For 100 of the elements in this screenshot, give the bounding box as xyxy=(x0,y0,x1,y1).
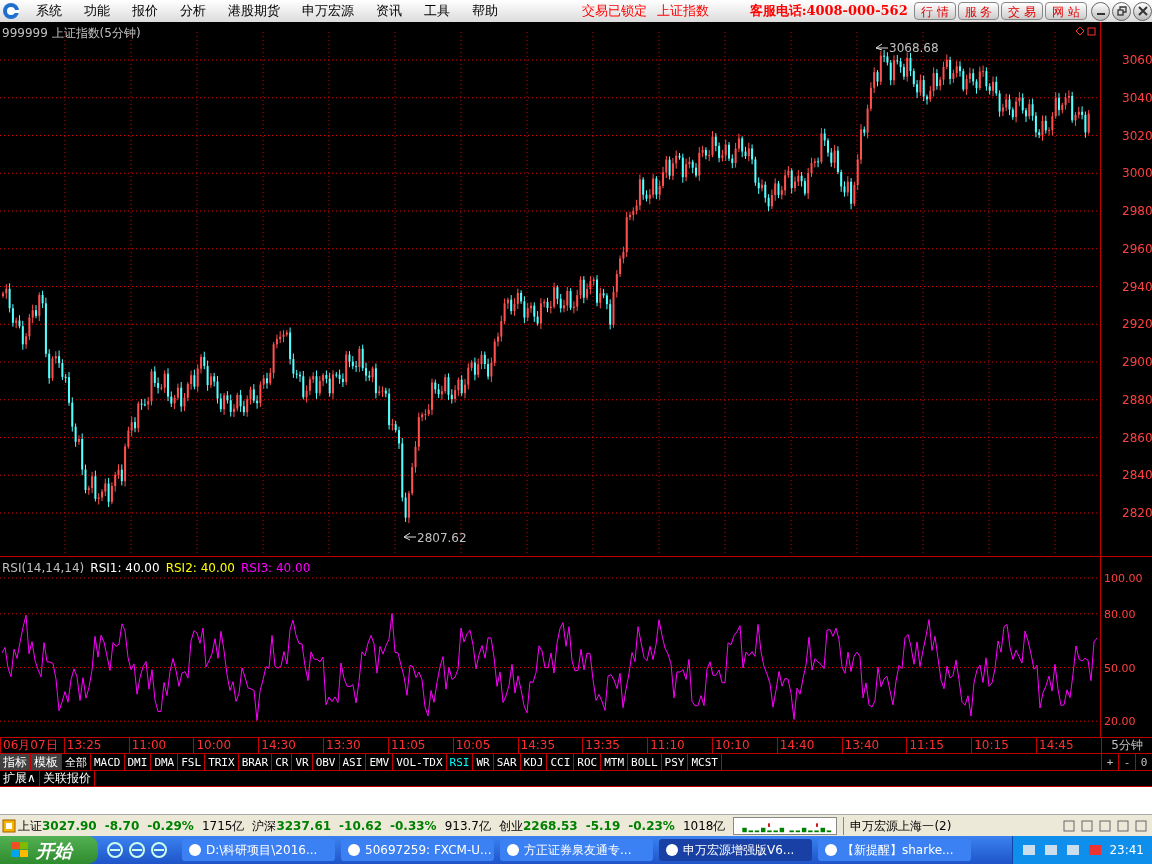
chart-options-icon[interactable] xyxy=(1075,26,1096,36)
time-label: 14:45 xyxy=(1036,738,1101,753)
index-volume: 1018亿 xyxy=(682,817,726,835)
taskbar-window[interactable]: 【新提醒】sharke... xyxy=(818,839,971,861)
index-percent: -0.29% xyxy=(147,817,194,835)
indicator-tab[interactable]: WR xyxy=(473,754,494,770)
time-label: 14:40 xyxy=(776,738,842,753)
app-logo-icon xyxy=(2,2,20,20)
nav-button[interactable]: 交 易 xyxy=(1001,2,1044,20)
status-icon xyxy=(2,818,16,833)
app-icon xyxy=(665,843,679,857)
indicator-tab[interactable]: MCST xyxy=(688,754,722,770)
index-quote: 创业2268.53 xyxy=(499,817,578,835)
menu-item[interactable]: 报价 xyxy=(124,1,166,21)
axis-label: 2980 xyxy=(1122,204,1152,218)
axis-label: 2840 xyxy=(1122,468,1152,483)
high-price-label: 3068.68 xyxy=(889,40,939,57)
menu-item[interactable]: 工具 xyxy=(416,1,458,21)
sub-tab[interactable]: 关联报价 xyxy=(39,771,95,786)
lock-status: 交易已锁定 xyxy=(582,2,647,21)
menu-item[interactable]: 系统 xyxy=(28,1,70,21)
zoom-button[interactable]: - xyxy=(1118,754,1135,770)
period-label: 5分钟 xyxy=(1100,738,1152,753)
menu-item[interactable]: 帮助 xyxy=(464,1,506,21)
minimize-icon[interactable] xyxy=(1091,1,1110,21)
menu-item[interactable]: 资讯 xyxy=(368,1,410,21)
axis-label: 2860 xyxy=(1122,430,1152,445)
nav-button[interactable]: 服 务 xyxy=(957,2,1000,20)
indicator-tab[interactable]: 全部 xyxy=(62,754,91,770)
chart-title: 999999 上证指数(5分钟) xyxy=(2,25,141,42)
menu-item[interactable]: 港股期货 xyxy=(220,1,288,21)
menu-item[interactable]: 申万宏源 xyxy=(294,1,362,21)
axis-label: 80.00 xyxy=(1104,607,1136,621)
time-label: 13:35 xyxy=(582,738,648,753)
time-label: 11:00 xyxy=(128,738,194,753)
nav-button[interactable]: 行 情 xyxy=(913,2,956,20)
broker-name: 申万宏源上海一(2) xyxy=(843,816,952,835)
index-quote: 沪深3237.61 xyxy=(252,817,332,835)
axis-label: 100.00 xyxy=(1104,572,1143,585)
time-label: 10:15 xyxy=(971,738,1037,753)
nav-button[interactable]: 网 站 xyxy=(1045,2,1087,20)
indicator-value: RSI2: 40.00 xyxy=(165,560,235,577)
axis-label: 20.00 xyxy=(1104,715,1136,729)
indicator-tab[interactable]: TRIX xyxy=(205,754,239,770)
restore-icon[interactable] xyxy=(1112,1,1131,21)
taskbar-window[interactable]: 申万宏源增强版V6... xyxy=(659,839,812,861)
low-price-label: 2807.62 xyxy=(417,530,467,547)
axis-label: 2820 xyxy=(1122,506,1152,520)
index-percent: -0.33% xyxy=(390,817,437,835)
app-icon xyxy=(347,843,361,857)
taskbar-window[interactable]: 50697259: FXCM-U... xyxy=(341,839,494,861)
axis-label: 2880 xyxy=(1122,392,1152,407)
time-label: 06月07日 xyxy=(0,738,64,753)
time-label: 11:05 xyxy=(387,738,453,753)
index-change: -8.70 xyxy=(104,817,140,835)
axis-label: 3000 xyxy=(1122,166,1152,181)
indicator-value: RSI1: 40.00 xyxy=(90,560,160,577)
menu-item[interactable]: 分析 xyxy=(172,1,214,21)
axis-label: 2920 xyxy=(1122,317,1152,332)
indicator-tab[interactable]: BOLL xyxy=(628,754,662,770)
time-label: 11:10 xyxy=(647,738,712,753)
time-label: 10:10 xyxy=(711,738,777,753)
axis-label: 2940 xyxy=(1122,279,1152,294)
axis-label: 2900 xyxy=(1122,355,1152,369)
low-marker-icon xyxy=(403,532,417,541)
app-icon xyxy=(188,843,202,857)
indicator-tab[interactable]: 指标 xyxy=(0,754,31,770)
time-label: 11:15 xyxy=(906,738,972,753)
time-label: 14:30 xyxy=(258,738,324,753)
time-label: 13:40 xyxy=(841,738,907,753)
indicator-tab[interactable]: VOL-TDX xyxy=(393,754,447,770)
time-label: 13:30 xyxy=(323,738,388,753)
axis-label: 2960 xyxy=(1122,241,1152,256)
zoom-button[interactable]: + xyxy=(1101,754,1118,770)
sub-tab[interactable]: 扩展∧ xyxy=(0,771,40,786)
indicator-tab[interactable]: VR xyxy=(292,754,313,770)
time-label: 10:00 xyxy=(193,738,259,753)
zoom-button[interactable]: 0 xyxy=(1135,754,1152,770)
indicator-tab[interactable]: ASI xyxy=(339,754,367,770)
indicator-tab[interactable]: 模板 xyxy=(31,754,62,770)
time-label: 10:05 xyxy=(452,738,518,753)
index-volume: 1715亿 xyxy=(201,817,245,835)
axis-label: 3040 xyxy=(1122,90,1152,105)
indicator-tab[interactable]: MACD xyxy=(91,754,125,770)
hotline-text: 客服电话:4008-000-562 xyxy=(749,2,908,21)
windows-logo-icon xyxy=(10,841,30,859)
axis-label: 50.00 xyxy=(1104,661,1136,675)
taskbar-window[interactable]: 方正证券泉友通专... xyxy=(500,839,653,861)
indicator-name: RSI(14,14,14) xyxy=(2,560,85,577)
app-icon xyxy=(824,843,838,857)
axis-label: 3020 xyxy=(1122,128,1152,143)
high-marker-icon xyxy=(875,43,889,51)
indicator-tab[interactable]: MTM xyxy=(601,754,629,770)
clock: 23:41 xyxy=(1109,842,1144,859)
menu-item[interactable]: 功能 xyxy=(76,1,118,21)
taskbar-window[interactable]: D:\科研项目\2016... xyxy=(182,839,335,861)
index-quote: 上证3027.90 xyxy=(18,817,97,835)
indicator-value: RSI3: 40.00 xyxy=(241,560,311,577)
close-icon[interactable] xyxy=(1133,1,1152,21)
index-percent: -0.23% xyxy=(628,817,675,835)
